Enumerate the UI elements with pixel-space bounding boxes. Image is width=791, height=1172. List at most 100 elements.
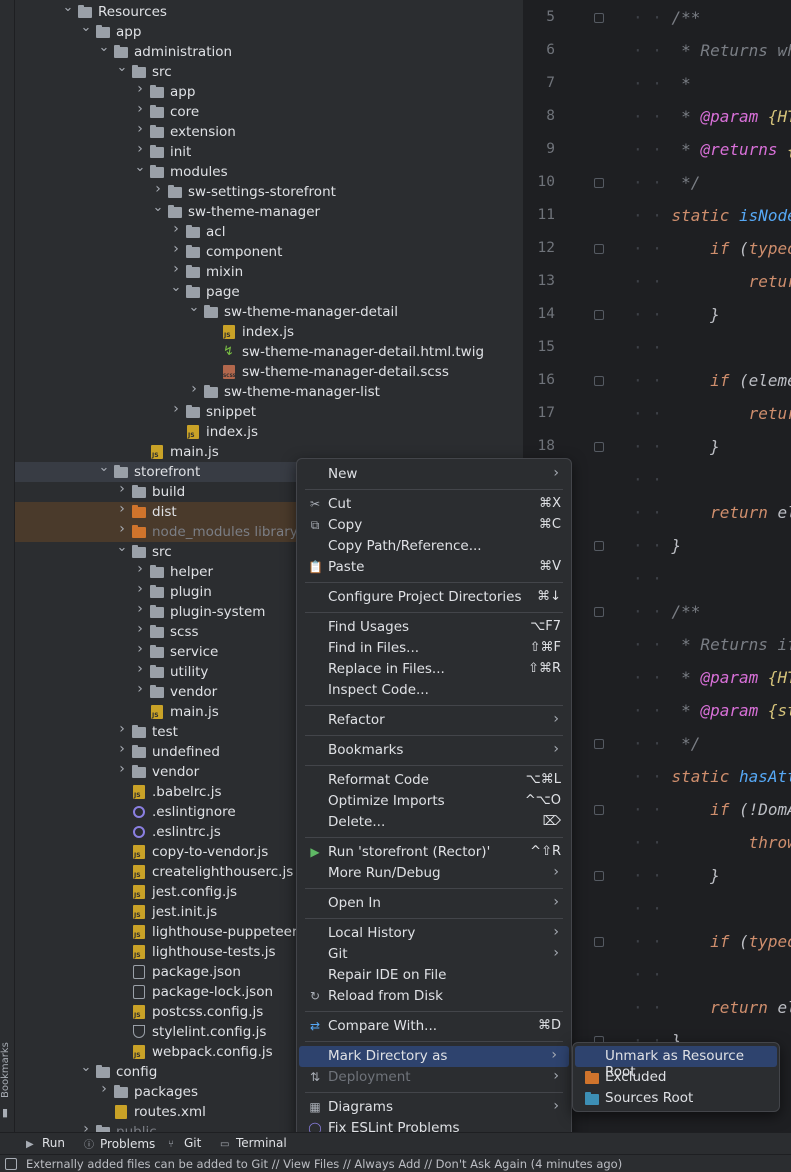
chevron-down-icon[interactable]: ⌄ <box>116 61 128 74</box>
code-line[interactable]: · · <box>633 470 672 490</box>
tree-folder-row[interactable]: ⌄ Resources <box>15 1 523 22</box>
chevron-right-icon[interactable]: › <box>116 742 128 756</box>
code-line[interactable]: · · } <box>633 437 720 457</box>
tree-folder-row[interactable]: ⌄ sw-theme-manager-detail <box>15 301 523 322</box>
tree-folder-row[interactable]: › core <box>15 102 523 122</box>
code-line[interactable]: · · <box>633 899 672 919</box>
menu-new[interactable]: New › <box>297 464 571 485</box>
chevron-right-icon[interactable]: › <box>152 182 164 196</box>
menu-reformat-code[interactable]: Reformat Code ⌥⌘L <box>297 770 571 791</box>
tree-folder-row[interactable]: › snippet <box>15 402 523 422</box>
chevron-right-icon[interactable]: › <box>116 482 128 496</box>
menu-open-in[interactable]: Open In › <box>297 893 571 914</box>
problems-tool-button[interactable]: ⓘ Problems <box>84 1136 155 1151</box>
code-line[interactable]: · · * @param {stri <box>633 701 791 721</box>
menu-find-usages[interactable]: Find Usages ⌥F7 <box>297 617 571 638</box>
run-tool-button[interactable]: ▶ Run <box>26 1136 65 1150</box>
tree-file-row[interactable]: index.js <box>15 322 523 342</box>
code-line[interactable]: · · throw n <box>633 833 791 853</box>
chevron-down-icon[interactable]: ⌄ <box>98 461 110 474</box>
code-line[interactable]: · · <box>633 338 672 358</box>
tree-file-row[interactable]: index.js <box>15 422 523 442</box>
tree-folder-row[interactable]: › mixin <box>15 262 523 282</box>
code-line[interactable]: · · static isNode(e <box>633 206 791 226</box>
menu-reload-from-disk[interactable]: ↻ Reload from Disk <box>297 986 571 1007</box>
git-tool-button[interactable]: ⑂ Git <box>168 1136 201 1150</box>
menu-bookmarks[interactable]: Bookmarks › <box>297 740 571 761</box>
chevron-right-icon[interactable]: › <box>134 102 146 116</box>
chevron-right-icon[interactable]: › <box>116 522 128 536</box>
chevron-down-icon[interactable]: ⌄ <box>170 281 182 294</box>
chevron-right-icon[interactable]: › <box>134 602 146 616</box>
chevron-right-icon[interactable]: › <box>134 82 146 96</box>
menu-refactor[interactable]: Refactor › <box>297 710 571 731</box>
code-line[interactable]: · · * @param {HTML <box>633 107 791 127</box>
code-line[interactable]: · · return <box>633 404 791 424</box>
menu-more-run-debug[interactable]: More Run/Debug › <box>297 863 571 884</box>
tree-folder-row[interactable]: ⌄ app <box>15 21 523 42</box>
chevron-right-icon[interactable]: › <box>170 222 182 236</box>
menu-git[interactable]: Git › <box>297 944 571 965</box>
tree-folder-row[interactable]: ⌄ administration <box>15 41 523 62</box>
code-line[interactable]: · · <box>633 965 672 985</box>
code-line[interactable]: · · if (!DomAcc <box>633 800 791 820</box>
code-line[interactable]: · · return elem <box>633 503 791 523</box>
code-line[interactable]: · · /** <box>633 8 700 28</box>
fold-marker-icon[interactable] <box>594 244 604 254</box>
menu-delete[interactable]: Delete... ⌦ <box>297 812 571 833</box>
menu-repair-ide[interactable]: Repair IDE on File <box>297 965 571 986</box>
code-line[interactable]: · · * Returns whet <box>633 41 791 61</box>
chevron-right-icon[interactable]: › <box>170 242 182 256</box>
menu-local-history[interactable]: Local History › <box>297 923 571 944</box>
chevron-right-icon[interactable]: › <box>116 502 128 516</box>
code-line[interactable]: · · if (typeof <box>633 239 791 259</box>
menu-mark-directory-as[interactable]: Mark Directory as › <box>299 1046 569 1067</box>
code-line[interactable]: · · */ <box>633 173 700 193</box>
status-notification-icon[interactable] <box>5 1158 17 1170</box>
fold-marker-icon[interactable] <box>594 739 604 749</box>
tree-folder-row[interactable]: ⌄ page <box>15 281 523 302</box>
bookmark-icon[interactable]: ▮ <box>2 1106 12 1119</box>
chevron-right-icon[interactable]: › <box>134 562 146 576</box>
chevron-down-icon[interactable]: ⌄ <box>134 161 146 174</box>
fold-marker-icon[interactable] <box>594 178 604 188</box>
chevron-right-icon[interactable]: › <box>134 122 146 136</box>
terminal-tool-button[interactable]: ▭ Terminal <box>220 1136 287 1150</box>
menu-optimize-imports[interactable]: Optimize Imports ^⌥O <box>297 791 571 812</box>
fold-marker-icon[interactable] <box>594 310 604 320</box>
menu-run-storefront[interactable]: ▶ Run 'storefront (Rector)' ^⇧R <box>297 842 571 863</box>
tree-folder-row[interactable]: › acl <box>15 222 523 242</box>
code-line[interactable]: · · return elem <box>633 998 791 1018</box>
menu-find-in-files[interactable]: Find in Files... ⇧⌘F <box>297 638 571 659</box>
chevron-down-icon[interactable]: ⌄ <box>80 21 92 34</box>
code-line[interactable]: · · if (typeof <box>633 932 791 952</box>
tree-folder-row[interactable]: › init <box>15 142 523 162</box>
chevron-down-icon[interactable]: ⌄ <box>116 541 128 554</box>
fold-marker-icon[interactable] <box>594 13 604 23</box>
tree-folder-row[interactable]: ⌄ modules <box>15 161 523 182</box>
tree-folder-row[interactable]: › sw-settings-storefront <box>15 182 523 202</box>
chevron-right-icon[interactable]: › <box>134 582 146 596</box>
status-message[interactable]: Externally added files can be added to G… <box>26 1157 622 1171</box>
code-line[interactable]: · · * <box>633 74 691 94</box>
menu-deployment[interactable]: ⇅ Deployment › <box>297 1067 571 1088</box>
chevron-right-icon[interactable]: › <box>134 682 146 696</box>
chevron-right-icon[interactable]: › <box>116 722 128 736</box>
chevron-right-icon[interactable]: › <box>98 1082 110 1096</box>
menu-cut[interactable]: ✂ Cut ⌘X <box>297 494 571 515</box>
tree-folder-row[interactable]: › extension <box>15 122 523 142</box>
menu-copy-path[interactable]: Copy Path/Reference... <box>297 536 571 557</box>
fold-marker-icon[interactable] <box>594 871 604 881</box>
fold-marker-icon[interactable] <box>594 442 604 452</box>
chevron-down-icon[interactable]: ⌄ <box>188 301 200 314</box>
code-line[interactable]: · · /** <box>633 602 700 622</box>
tree-file-row[interactable]: sw-theme-manager-detail.scss <box>15 362 523 382</box>
chevron-down-icon[interactable]: ⌄ <box>152 201 164 214</box>
chevron-right-icon[interactable]: › <box>80 1122 92 1132</box>
submenu-sources-root[interactable]: Sources Root <box>575 1088 777 1109</box>
tree-folder-row[interactable]: ⌄ src <box>15 61 523 82</box>
submenu-excluded[interactable]: Excluded <box>575 1067 777 1088</box>
code-line[interactable]: · · <box>633 569 672 589</box>
chevron-right-icon[interactable]: › <box>134 662 146 676</box>
menu-compare-with[interactable]: ⇄ Compare With... ⌘D <box>297 1016 571 1037</box>
